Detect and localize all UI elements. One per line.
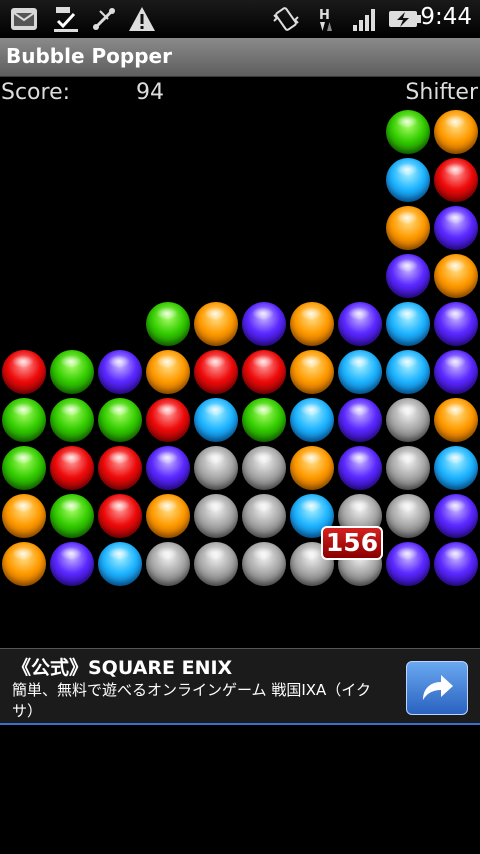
- bubble-gray[interactable]: [242, 494, 286, 538]
- bubble-orange[interactable]: [146, 350, 190, 394]
- bubble-red[interactable]: [242, 350, 286, 394]
- bubble-blue[interactable]: [434, 446, 478, 490]
- bubble-green[interactable]: [98, 398, 142, 442]
- bubble-green[interactable]: [242, 398, 286, 442]
- bubble-orange[interactable]: [386, 206, 430, 250]
- h-data-icon: H: [319, 8, 332, 31]
- bubble-gray[interactable]: [194, 446, 238, 490]
- bubble-orange[interactable]: [290, 350, 334, 394]
- score-value: 94: [136, 80, 164, 105]
- signal-icon: [353, 9, 375, 31]
- clock: 9:44: [420, 4, 472, 30]
- bubble-green[interactable]: [50, 494, 94, 538]
- bubble-gray[interactable]: [194, 542, 238, 586]
- title-bar: Bubble Popper: [0, 38, 480, 77]
- bubble-green[interactable]: [2, 398, 46, 442]
- bubble-orange[interactable]: [2, 542, 46, 586]
- bubble-gray[interactable]: [194, 494, 238, 538]
- bubble-purple[interactable]: [434, 350, 478, 394]
- app-title: Bubble Popper: [6, 44, 172, 68]
- bubble-gray[interactable]: [386, 494, 430, 538]
- bubble-blue[interactable]: [98, 542, 142, 586]
- bubble-purple[interactable]: [434, 206, 478, 250]
- bubble-gray[interactable]: [386, 446, 430, 490]
- ad-text: 簡単、無料で遊べるオンラインゲーム 戦国IXA（イクサ）: [12, 681, 371, 720]
- mail-icon: [11, 8, 37, 30]
- bubble-orange[interactable]: [434, 398, 478, 442]
- bubble-red[interactable]: [146, 398, 190, 442]
- bubble-orange[interactable]: [146, 494, 190, 538]
- ad-open-button[interactable]: [406, 661, 468, 715]
- battery-charging-icon: [389, 11, 421, 27]
- vibrate-icon: [273, 7, 299, 31]
- bubble-gray[interactable]: [242, 446, 286, 490]
- bubble-blue[interactable]: [194, 398, 238, 442]
- bubble-purple[interactable]: [338, 302, 382, 346]
- bubble-purple[interactable]: [50, 542, 94, 586]
- bubble-purple[interactable]: [434, 542, 478, 586]
- bubble-gray[interactable]: [146, 542, 190, 586]
- score-row: Score: 94 Shifter: [0, 80, 480, 110]
- bubble-orange[interactable]: [434, 110, 478, 154]
- game-mode-label: Shifter: [405, 80, 478, 105]
- bubble-gray[interactable]: [386, 398, 430, 442]
- bubble-green[interactable]: [50, 350, 94, 394]
- bubble-green[interactable]: [386, 110, 430, 154]
- bubble-purple[interactable]: [146, 446, 190, 490]
- usb-debug-icon: [92, 7, 116, 31]
- bubble-orange[interactable]: [290, 446, 334, 490]
- bubble-blue[interactable]: [338, 350, 382, 394]
- bubble-orange[interactable]: [2, 494, 46, 538]
- bubble-gray[interactable]: [242, 542, 286, 586]
- bubble-board[interactable]: [0, 108, 480, 594]
- ad-title: 《公式》SQUARE ENIX: [12, 657, 233, 679]
- bubble-blue[interactable]: [386, 158, 430, 202]
- bubble-blue[interactable]: [290, 398, 334, 442]
- bubble-red[interactable]: [98, 446, 142, 490]
- bubble-blue[interactable]: [386, 302, 430, 346]
- score-popup: 156: [321, 526, 383, 560]
- bubble-orange[interactable]: [194, 302, 238, 346]
- bubble-purple[interactable]: [338, 398, 382, 442]
- bubble-purple[interactable]: [434, 494, 478, 538]
- bubble-green[interactable]: [2, 446, 46, 490]
- bubble-red[interactable]: [194, 350, 238, 394]
- score-label: Score:: [1, 80, 71, 105]
- bubble-purple[interactable]: [386, 542, 430, 586]
- bubble-orange[interactable]: [434, 254, 478, 298]
- bubble-purple[interactable]: [386, 254, 430, 298]
- svg-text:H: H: [319, 8, 330, 23]
- warning-icon: [129, 7, 155, 31]
- bubble-purple[interactable]: [242, 302, 286, 346]
- bubble-red[interactable]: [2, 350, 46, 394]
- bubble-red[interactable]: [50, 446, 94, 490]
- download-done-icon: [54, 7, 78, 32]
- bubble-purple[interactable]: [98, 350, 142, 394]
- bubble-red[interactable]: [98, 494, 142, 538]
- bubble-green[interactable]: [50, 398, 94, 442]
- bubble-red[interactable]: [434, 158, 478, 202]
- bubble-green[interactable]: [146, 302, 190, 346]
- status-bar: H 9:44: [0, 0, 480, 38]
- bubble-purple[interactable]: [338, 446, 382, 490]
- bubble-purple[interactable]: [434, 302, 478, 346]
- ad-banner[interactable]: 《公式》SQUARE ENIX 簡単、無料で遊べるオンラインゲーム 戦国IXA（…: [0, 648, 480, 725]
- share-arrow-icon: [423, 675, 453, 700]
- bubble-orange[interactable]: [290, 302, 334, 346]
- bubble-blue[interactable]: [386, 350, 430, 394]
